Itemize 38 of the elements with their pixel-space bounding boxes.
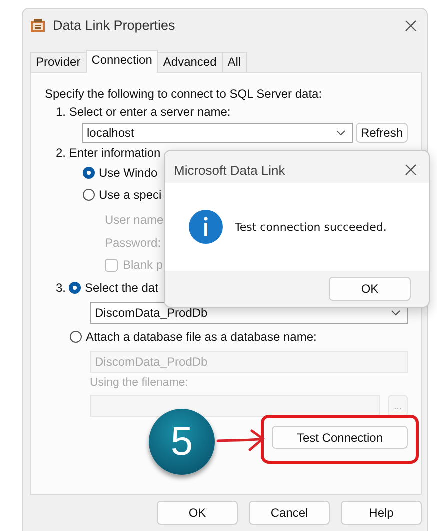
info-icon [189, 210, 223, 244]
field-label: User name [105, 213, 164, 228]
window-title: Data Link Properties [53, 18, 176, 33]
refresh-button[interactable]: Refresh [356, 123, 408, 143]
checkbox-label: Blank p [123, 258, 164, 272]
tab[interactable]: All [222, 52, 248, 72]
dialog-title: Microsoft Data Link [174, 162, 286, 178]
ok-button[interactable]: OK [329, 277, 411, 301]
radio-label: Use Windo [99, 166, 158, 180]
tab[interactable]: Connection [86, 50, 158, 73]
checkbox[interactable] [105, 258, 118, 272]
database-window-icon [30, 18, 46, 34]
close-icon[interactable] [405, 164, 417, 176]
dialog-button[interactable]: OK [157, 501, 238, 525]
radio-button[interactable] [69, 282, 82, 294]
radio-button[interactable] [70, 331, 82, 343]
test-connection-button[interactable]: Test Connection [272, 426, 408, 449]
radio-label: Use a speci [99, 188, 162, 202]
step-label: 2. Enter information [56, 146, 161, 161]
chevron-down-icon [336, 130, 346, 136]
radio-button[interactable] [83, 167, 95, 179]
dialog-button[interactable]: Cancel [249, 501, 330, 525]
radio-button[interactable] [83, 189, 95, 201]
chevron-down-icon [391, 310, 401, 316]
radio-label: Select the dat [85, 281, 158, 295]
field-label: Using the filename: [90, 376, 188, 391]
dialog-button[interactable]: Help [341, 501, 422, 525]
tab[interactable]: Provider [30, 52, 87, 72]
instruction-text: Specify the following to connect to SQL Server data: [45, 87, 322, 102]
step-badge: 5 [149, 409, 215, 475]
message-text: Test connection succeeded. [235, 220, 387, 234]
step-number: 3. [56, 281, 66, 295]
field-label: Password: [105, 236, 162, 251]
step-label: 1. Select or enter a server name: [56, 105, 231, 120]
radio-label: Attach a database file as a database name: [86, 330, 317, 344]
server-combo-box[interactable]: localhost [82, 123, 353, 143]
arrow [216, 429, 268, 453]
close-icon[interactable] [405, 20, 417, 32]
